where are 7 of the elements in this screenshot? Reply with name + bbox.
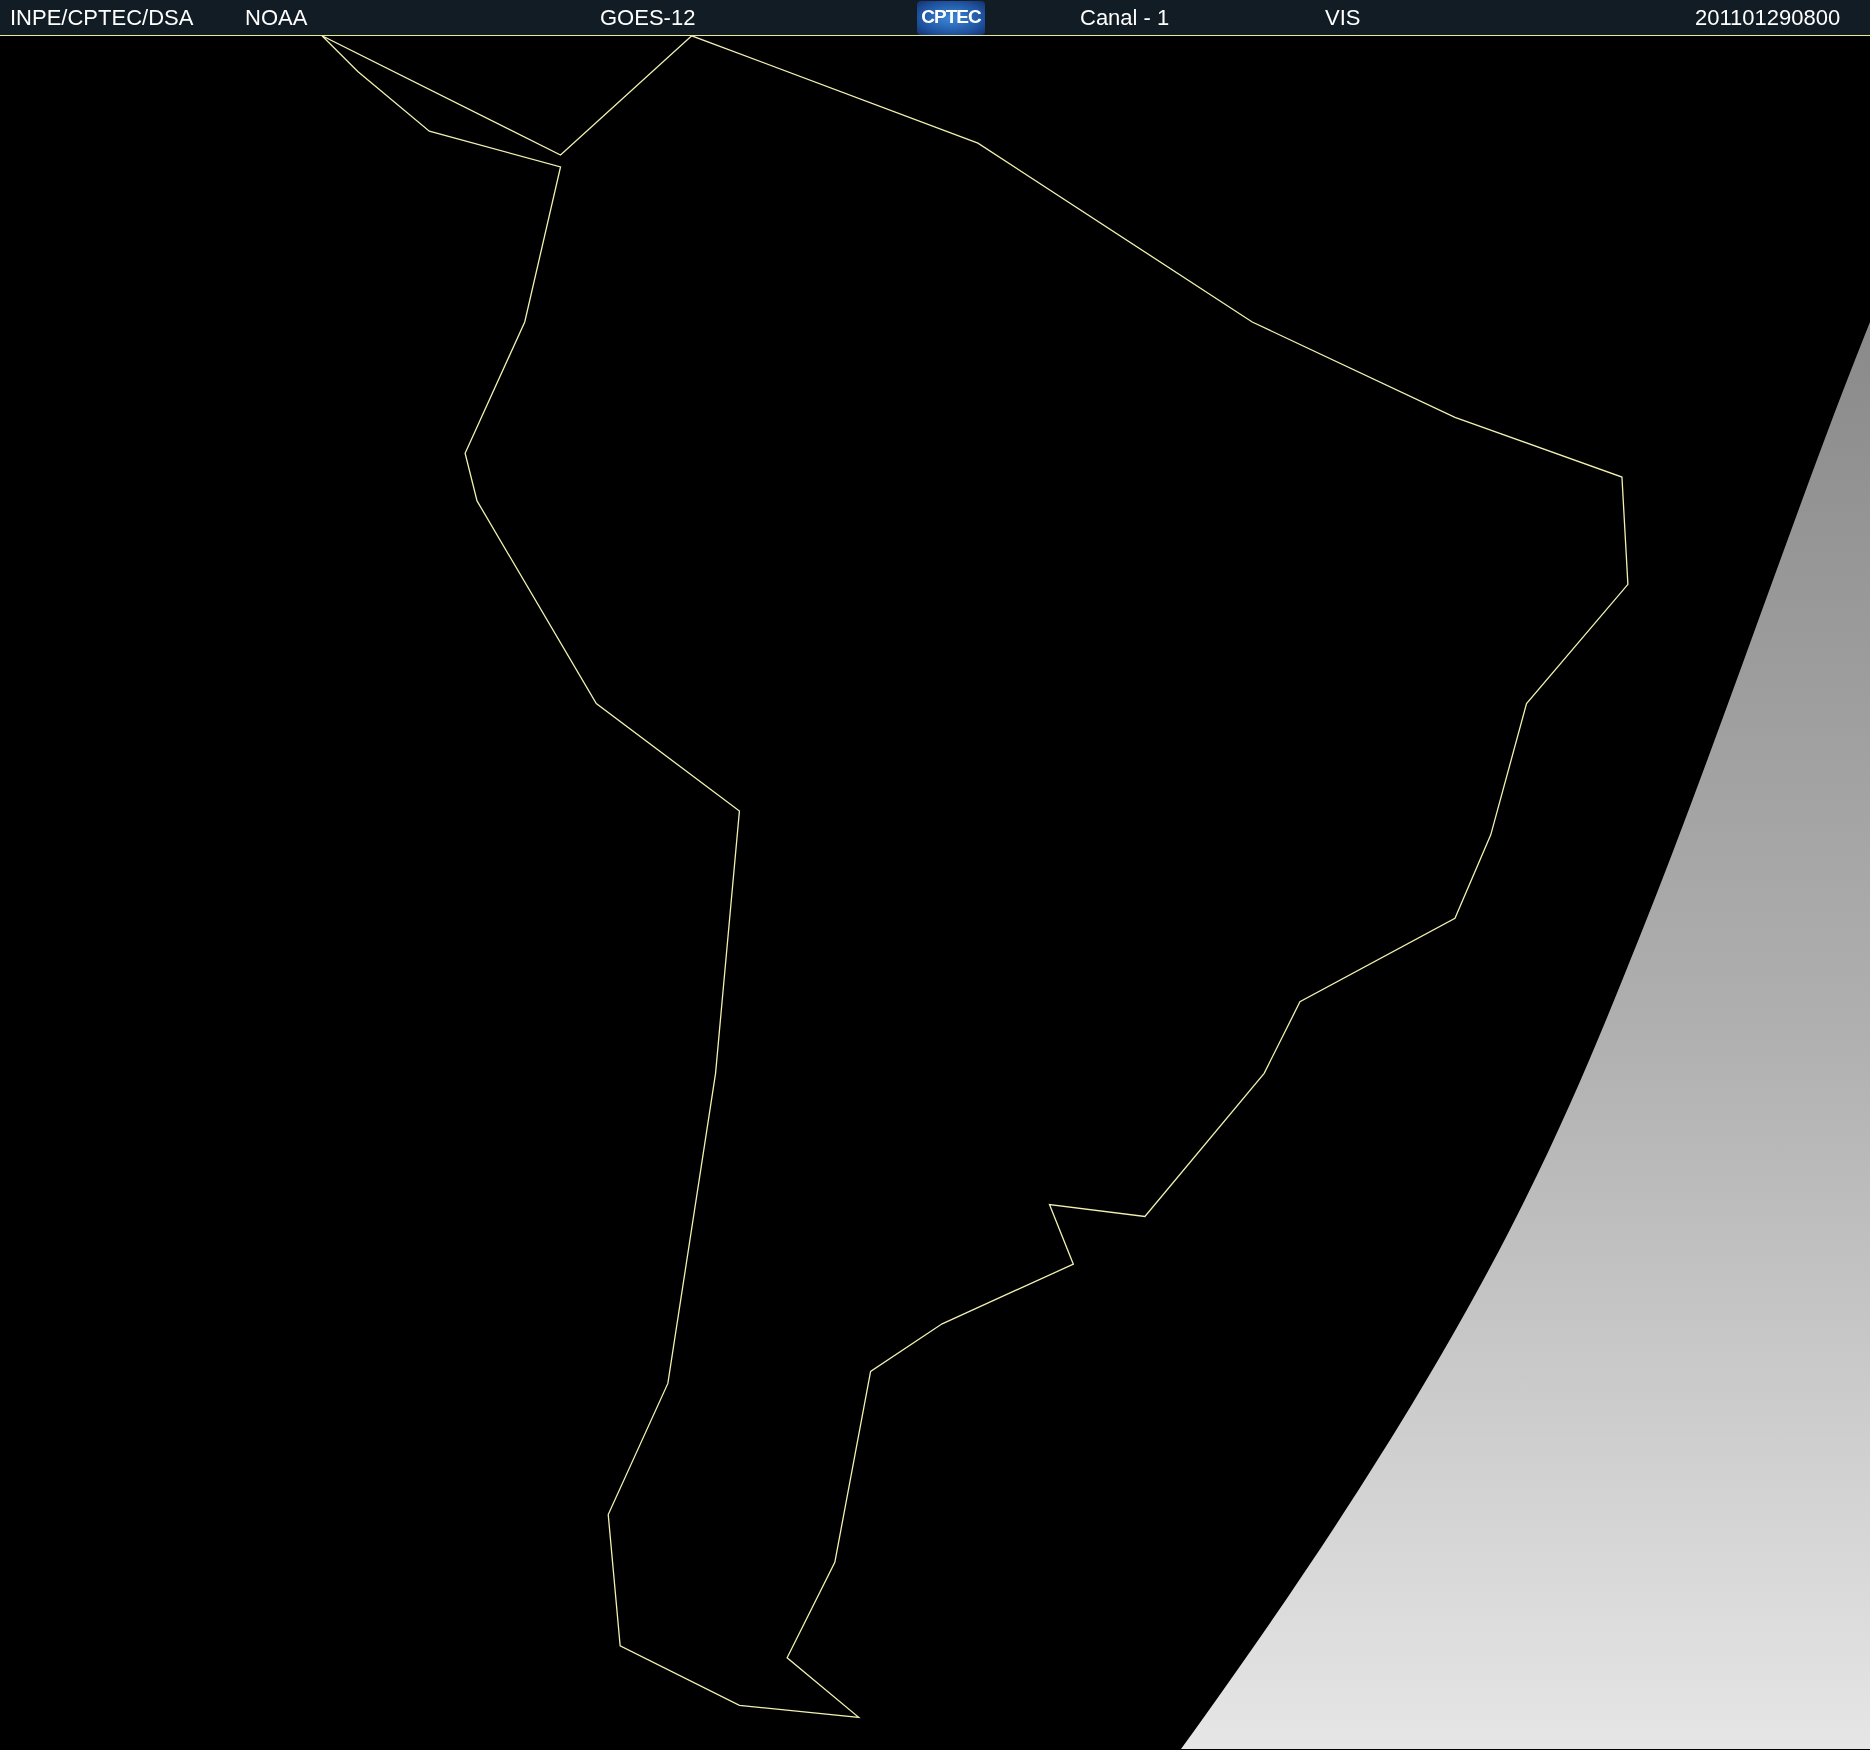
- header-label: Canal - 1: [1080, 6, 1170, 29]
- header-label: VIS: [1325, 6, 1361, 29]
- header-label: NOAA: [245, 6, 308, 29]
- cptec-logo: CPTEC: [917, 0, 985, 35]
- header-label: GOES-12: [600, 6, 696, 29]
- header-label: INPE/CPTEC/DSA: [10, 6, 194, 29]
- header-label: 201101290800: [1695, 6, 1841, 29]
